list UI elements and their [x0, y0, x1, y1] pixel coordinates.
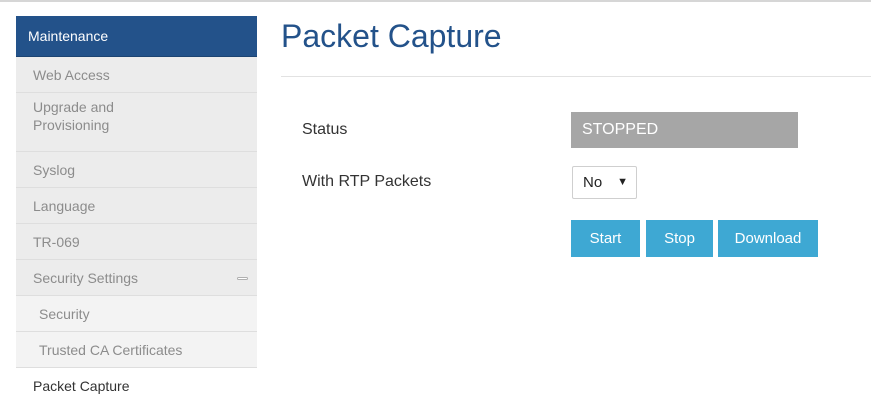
- dropdown-arrow-icon: ▼: [617, 176, 628, 188]
- sidebar-item-packet-capture[interactable]: Packet Capture: [16, 368, 257, 404]
- sidebar-item-upgrade-provisioning[interactable]: Upgrade and Provisioning: [16, 93, 257, 152]
- sidebar-item-security-settings[interactable]: Security Settings: [16, 260, 257, 296]
- sidebar-item-label: Packet Capture: [33, 378, 130, 394]
- sidebar-item-label: Language: [33, 198, 96, 214]
- status-label: Status: [302, 121, 348, 138]
- packet-capture-page: Maintenance Web Access Upgrade and Provi…: [0, 0, 871, 405]
- title-divider: [281, 76, 871, 77]
- sidebar-item-label: TR-069: [33, 234, 80, 250]
- sidebar-item-trusted-ca-certificates[interactable]: Trusted CA Certificates: [16, 332, 257, 368]
- sidebar-header-maintenance[interactable]: Maintenance: [16, 16, 257, 57]
- sidebar-item-label: Security Settings: [33, 270, 139, 286]
- sidebar-item-label: Trusted CA Certificates: [39, 342, 183, 358]
- start-button[interactable]: Start: [571, 220, 640, 257]
- sidebar-item-tr-069[interactable]: TR-069: [16, 224, 257, 260]
- stop-button[interactable]: Stop: [646, 220, 713, 257]
- rtp-packets-label: With RTP Packets: [302, 173, 432, 190]
- page-title: Packet Capture: [281, 18, 502, 54]
- sidebar-item-security[interactable]: Security: [16, 296, 257, 332]
- rtp-packets-select[interactable]: No ▼: [572, 166, 637, 199]
- top-divider: [0, 0, 871, 2]
- sidebar-item-label: Web Access: [33, 67, 110, 83]
- sidebar-item-syslog[interactable]: Syslog: [16, 152, 257, 188]
- sidebar-item-label: Security: [39, 306, 90, 322]
- collapse-icon[interactable]: [237, 277, 248, 280]
- status-value: STOPPED: [571, 112, 798, 148]
- sidebar-item-web-access[interactable]: Web Access: [16, 57, 257, 93]
- sidebar-item-language[interactable]: Language: [16, 188, 257, 224]
- sidebar-item-label: Syslog: [33, 162, 76, 178]
- sidebar-item-label: Upgrade and Provisioning: [33, 99, 114, 133]
- rtp-packets-selected-value: No: [583, 174, 603, 191]
- sidebar: Maintenance Web Access Upgrade and Provi…: [16, 16, 257, 405]
- download-button[interactable]: Download: [718, 220, 818, 257]
